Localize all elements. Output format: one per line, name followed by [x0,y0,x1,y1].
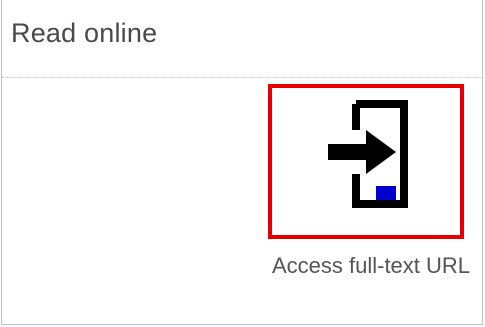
enter-door-icon [328,100,408,208]
access-full-text-link[interactable] [268,84,464,239]
panel-header: Read online [2,0,482,78]
panel-title: Read online [11,18,158,48]
access-full-text-label[interactable]: Access full-text URL [265,249,477,283]
